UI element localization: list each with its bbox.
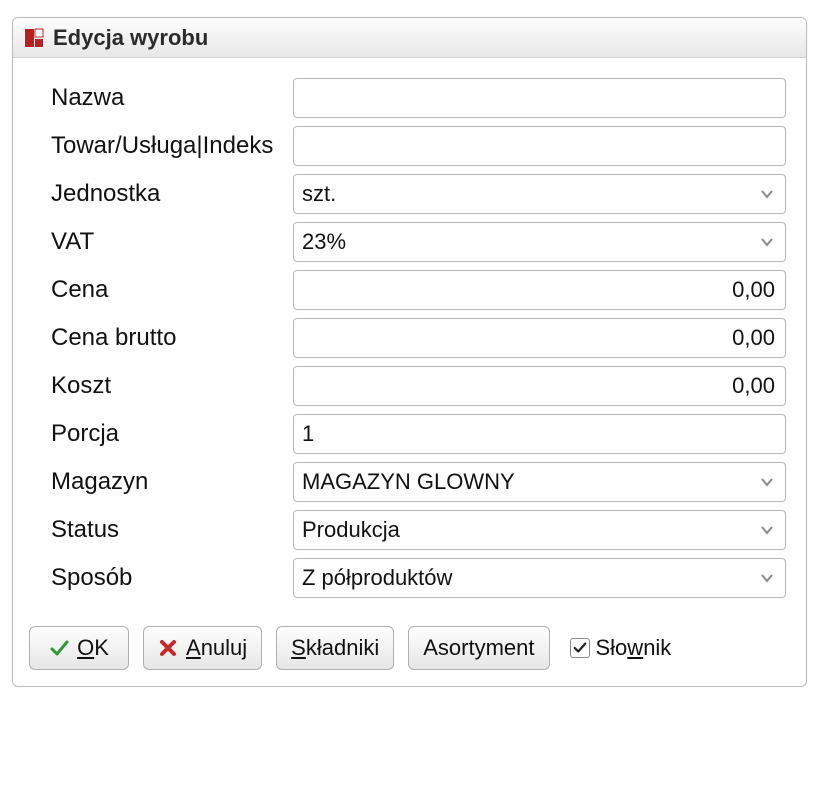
- form-area: Nazwa Towar/Usługa|Indeks Jednostka szt.: [13, 58, 806, 616]
- row-sposob: Sposób Z półproduktów: [33, 558, 786, 598]
- asortyment-button[interactable]: Asortyment: [408, 626, 549, 670]
- row-status: Status Produkcja: [33, 510, 786, 550]
- input-nazwa[interactable]: [293, 78, 786, 118]
- check-icon: [49, 638, 69, 658]
- row-vat: VAT 23%: [33, 222, 786, 262]
- slownik-checkbox-label: Słownik: [596, 635, 672, 661]
- row-magazyn: Magazyn MAGAZYN GLOWNY: [33, 462, 786, 502]
- label-towar-indeks: Towar/Usługa|Indeks: [33, 132, 293, 160]
- chevron-down-icon: [755, 475, 779, 489]
- chevron-down-icon: [755, 523, 779, 537]
- label-porcja: Porcja: [33, 420, 293, 448]
- row-cena: Cena: [33, 270, 786, 310]
- button-bar: OK Anuluj Składniki Asortyment: [13, 616, 806, 686]
- combo-sposob-value: Z półproduktów: [302, 565, 755, 591]
- label-magazyn: Magazyn: [33, 468, 293, 496]
- label-vat: VAT: [33, 228, 293, 256]
- row-jednostka: Jednostka szt.: [33, 174, 786, 214]
- slownik-checkbox[interactable]: [570, 638, 590, 658]
- combo-sposob[interactable]: Z półproduktów: [293, 558, 786, 598]
- combo-magazyn[interactable]: MAGAZYN GLOWNY: [293, 462, 786, 502]
- input-towar-indeks[interactable]: [293, 126, 786, 166]
- label-cena: Cena: [33, 276, 293, 304]
- skladniki-button-label: Składniki: [291, 635, 379, 661]
- input-porcja[interactable]: [293, 414, 786, 454]
- input-cena[interactable]: [293, 270, 786, 310]
- row-cena-brutto: Cena brutto: [33, 318, 786, 358]
- titlebar: Edycja wyrobu: [13, 18, 806, 58]
- row-koszt: Koszt: [33, 366, 786, 406]
- chevron-down-icon: [755, 571, 779, 585]
- input-cena-brutto[interactable]: [293, 318, 786, 358]
- combo-vat-value: 23%: [302, 229, 755, 255]
- cancel-button-label: Anuluj: [186, 635, 247, 661]
- chevron-down-icon: [755, 187, 779, 201]
- input-koszt[interactable]: [293, 366, 786, 406]
- ok-button[interactable]: OK: [29, 626, 129, 670]
- cross-icon: [158, 638, 178, 658]
- label-nazwa: Nazwa: [33, 84, 293, 112]
- cancel-button[interactable]: Anuluj: [143, 626, 262, 670]
- app-icon: [23, 27, 45, 49]
- combo-magazyn-value: MAGAZYN GLOWNY: [302, 469, 755, 495]
- window-title: Edycja wyrobu: [53, 25, 208, 51]
- asortyment-button-label: Asortyment: [423, 635, 534, 661]
- label-koszt: Koszt: [33, 372, 293, 400]
- label-sposob: Sposób: [33, 564, 293, 592]
- dialog-window: Edycja wyrobu Nazwa Towar/Usługa|Indeks …: [12, 17, 807, 687]
- combo-status[interactable]: Produkcja: [293, 510, 786, 550]
- combo-jednostka[interactable]: szt.: [293, 174, 786, 214]
- chevron-down-icon: [755, 235, 779, 249]
- ok-button-label: OK: [77, 635, 109, 661]
- label-jednostka: Jednostka: [33, 180, 293, 208]
- label-cena-brutto: Cena brutto: [33, 324, 293, 352]
- label-status: Status: [33, 516, 293, 544]
- combo-status-value: Produkcja: [302, 517, 755, 543]
- row-towar-indeks: Towar/Usługa|Indeks: [33, 126, 786, 166]
- combo-jednostka-value: szt.: [302, 181, 755, 207]
- combo-vat[interactable]: 23%: [293, 222, 786, 262]
- slownik-checkbox-wrap: Słownik: [570, 635, 672, 661]
- skladniki-button[interactable]: Składniki: [276, 626, 394, 670]
- row-nazwa: Nazwa: [33, 78, 786, 118]
- row-porcja: Porcja: [33, 414, 786, 454]
